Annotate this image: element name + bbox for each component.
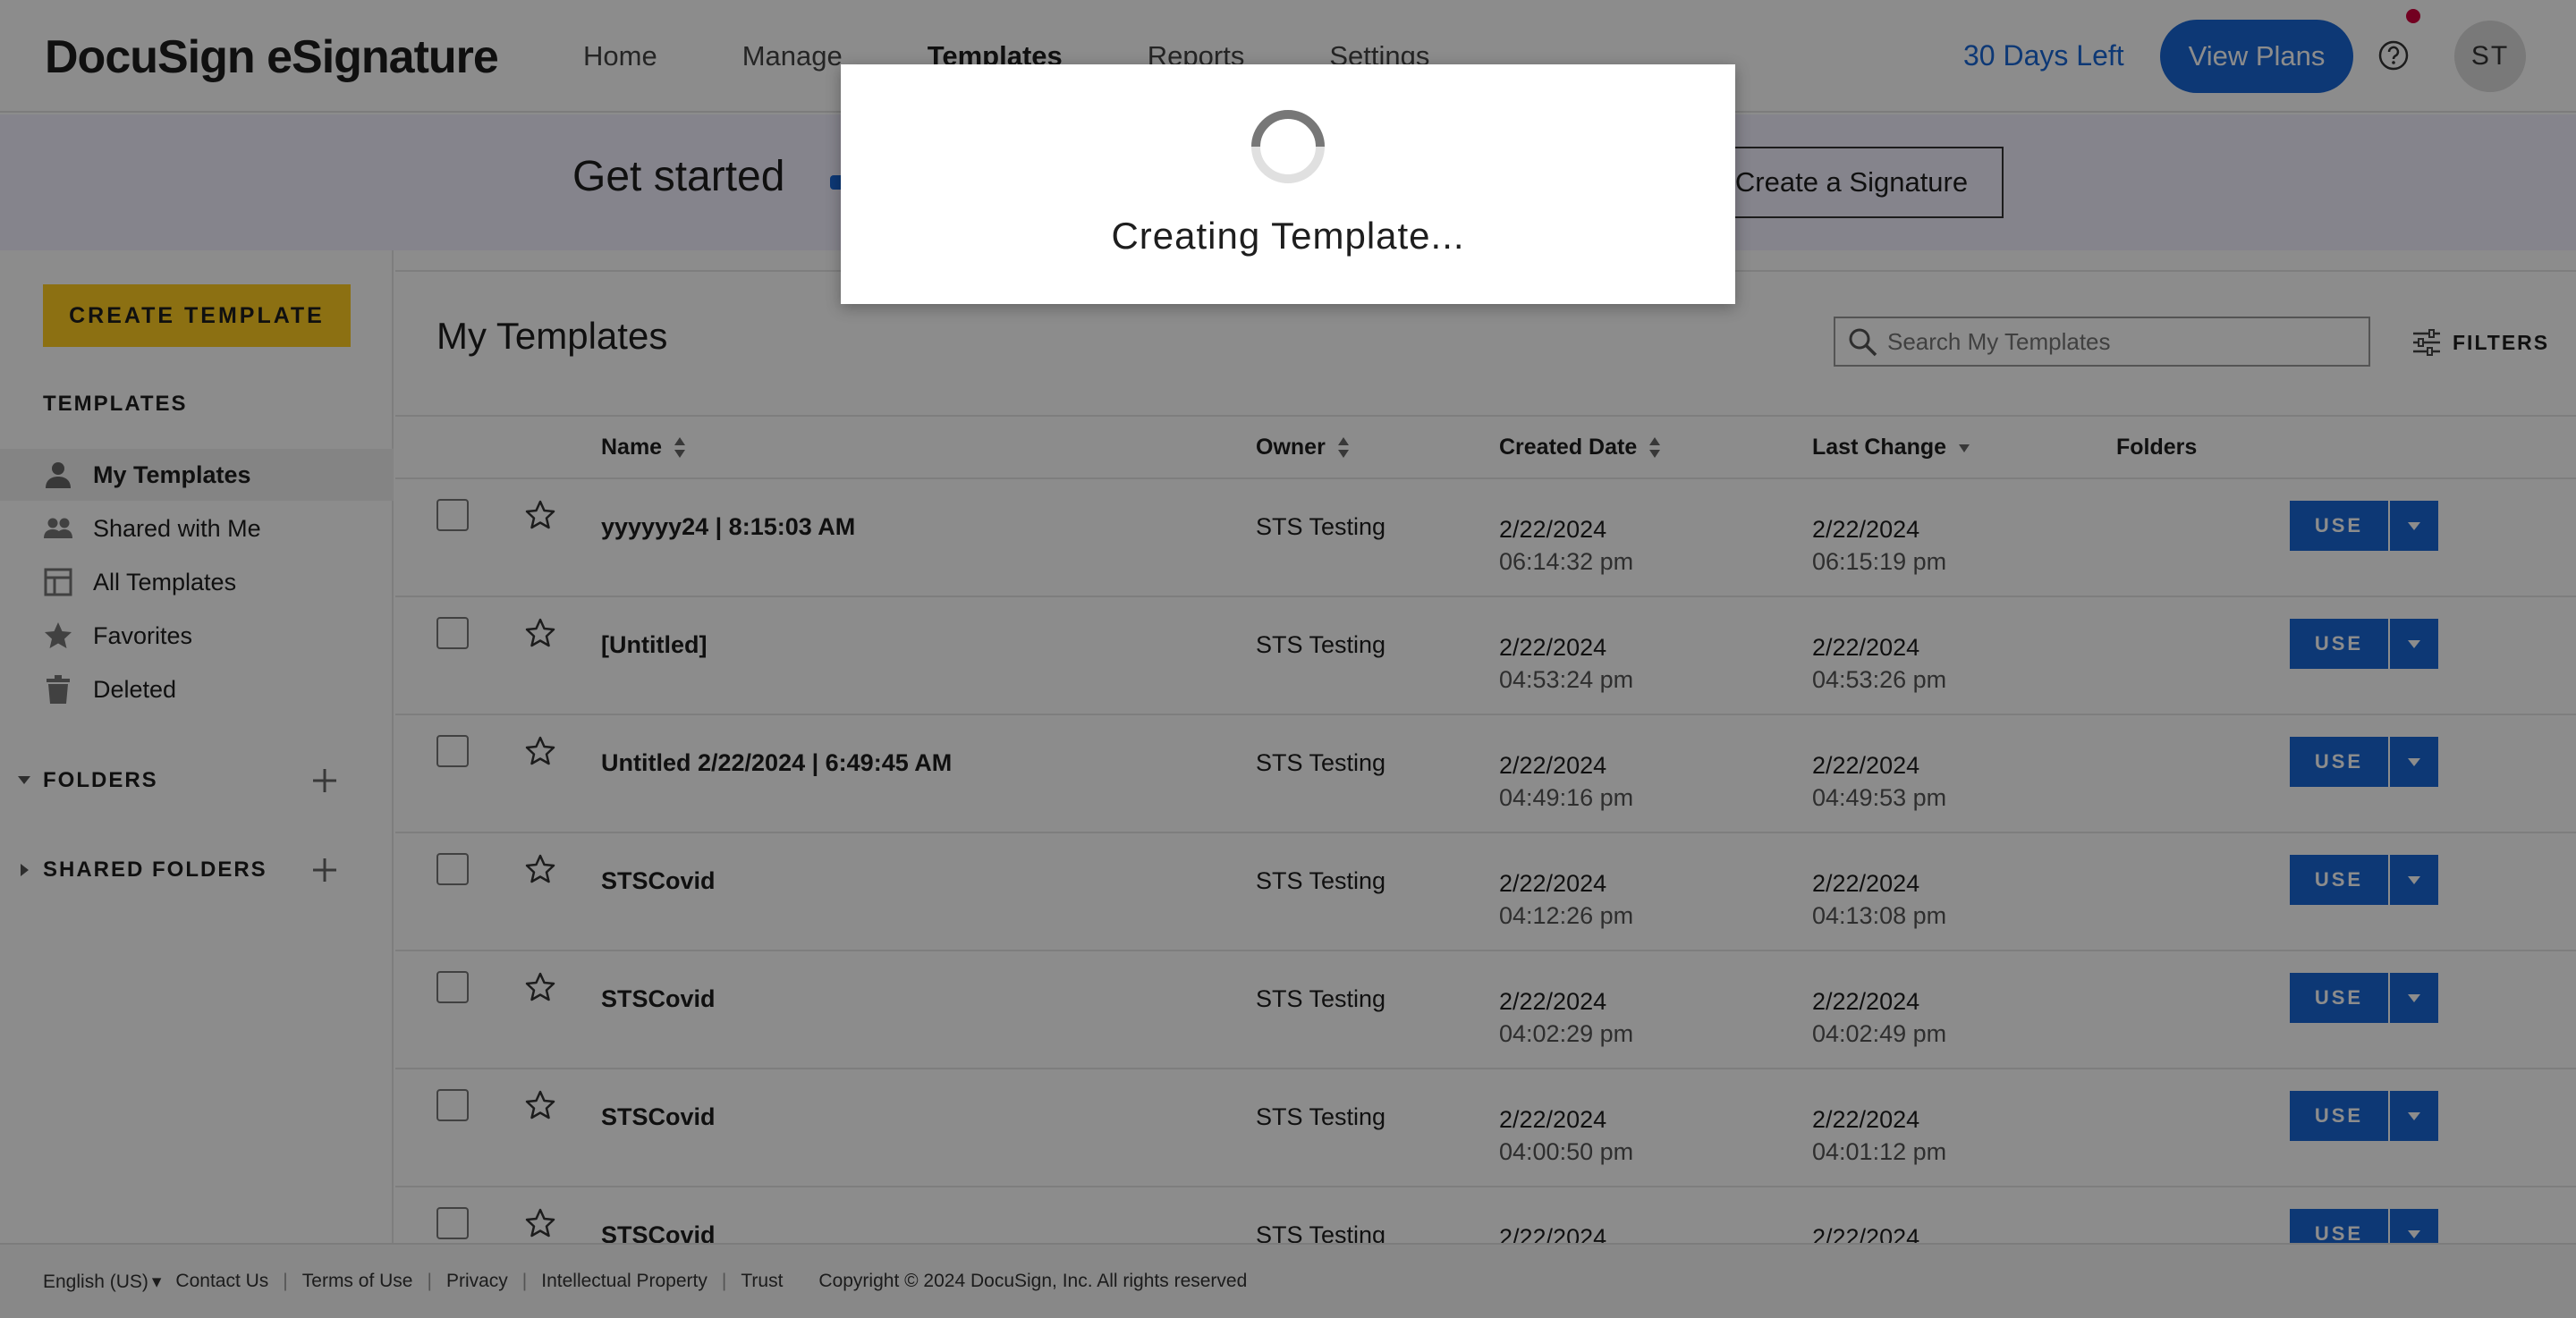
modal-message: Creating Template... <box>1111 215 1465 257</box>
loading-spinner-icon <box>1251 110 1325 183</box>
creating-template-modal: Creating Template... <box>841 64 1735 304</box>
